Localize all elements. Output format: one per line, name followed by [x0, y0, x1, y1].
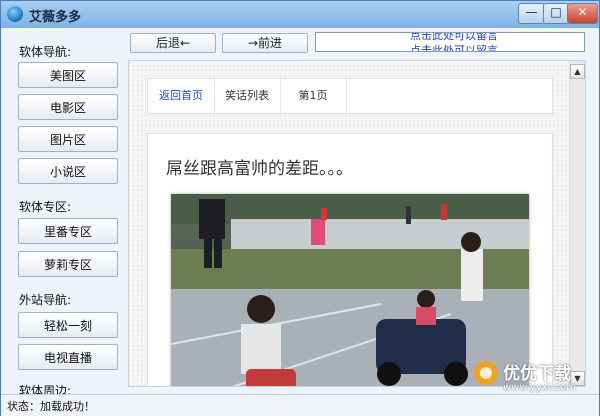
watermark-logo-icon — [474, 361, 498, 385]
marquee-text: 点击此处可以留言 — [410, 44, 498, 52]
sidebar-section-label: 外站导航: — [19, 293, 72, 307]
sidebar-item-lifan[interactable]: 里番专区 — [18, 218, 118, 244]
tab-home[interactable]: 返回首页 — [148, 79, 215, 113]
post-card: 屌丝跟高富帅的差距。。。 — [147, 133, 553, 386]
message-marquee[interactable]: 点击此处可以留言 点击此处可以留言 — [315, 32, 585, 52]
post-title: 屌丝跟高富帅的差距。。。 — [166, 159, 353, 179]
vertical-scrollbar[interactable]: ▲ ▼ — [569, 61, 585, 386]
tab-page-1[interactable]: 第1页 — [280, 79, 347, 113]
sidebar-section-label: 软体导航: — [19, 45, 72, 59]
sidebar-item-pictures[interactable]: 图片区 — [18, 126, 118, 152]
window-title: 艾薇多多 — [29, 10, 82, 25]
forward-button[interactable]: →前进 — [222, 33, 308, 53]
scroll-up-button[interactable]: ▲ — [570, 64, 585, 79]
sidebar-item-tv-live[interactable]: 电视直播 — [18, 344, 118, 370]
maximize-button[interactable]: □ — [543, 3, 569, 24]
tab-joke-list[interactable]: 笑话列表 — [214, 79, 281, 113]
sidebar-section-label: 软体专区: — [19, 200, 72, 214]
title-bar[interactable]: 艾薇多多 — □ ✕ — [1, 1, 599, 28]
watermark-title: 优优下载 — [503, 364, 571, 384]
web-view[interactable]: 返回首页 笑话列表 第1页 屌丝跟高富帅的差距。。。 ▲ ▼ — [128, 60, 586, 387]
sidebar-item-novels[interactable]: 小说区 — [18, 158, 118, 184]
sidebar-item-luoli[interactable]: 萝莉专区 — [18, 251, 118, 277]
app-logo-icon — [7, 6, 23, 22]
status-text: 状态：加载成功！ — [7, 400, 95, 413]
sidebar-item-meitu[interactable]: 美图区 — [18, 62, 118, 88]
close-button[interactable]: ✕ — [567, 3, 598, 24]
back-button[interactable]: 后退← — [130, 33, 216, 53]
sidebar-item-movies[interactable]: 电影区 — [18, 94, 118, 120]
sidebar-item-relax[interactable]: 轻松一刻 — [18, 312, 118, 338]
watermark-url: www.yyxt.com — [503, 382, 577, 393]
page-tab-bar: 返回首页 笑话列表 第1页 — [147, 78, 553, 114]
app-window: 艾薇多多 — □ ✕ 软体导航: 美图区 电影区 图片区 小说区 软体专区: 里… — [0, 0, 600, 416]
watermark: 优优下载 www.yyxt.com — [471, 356, 600, 406]
minimize-button[interactable]: — — [518, 3, 545, 24]
